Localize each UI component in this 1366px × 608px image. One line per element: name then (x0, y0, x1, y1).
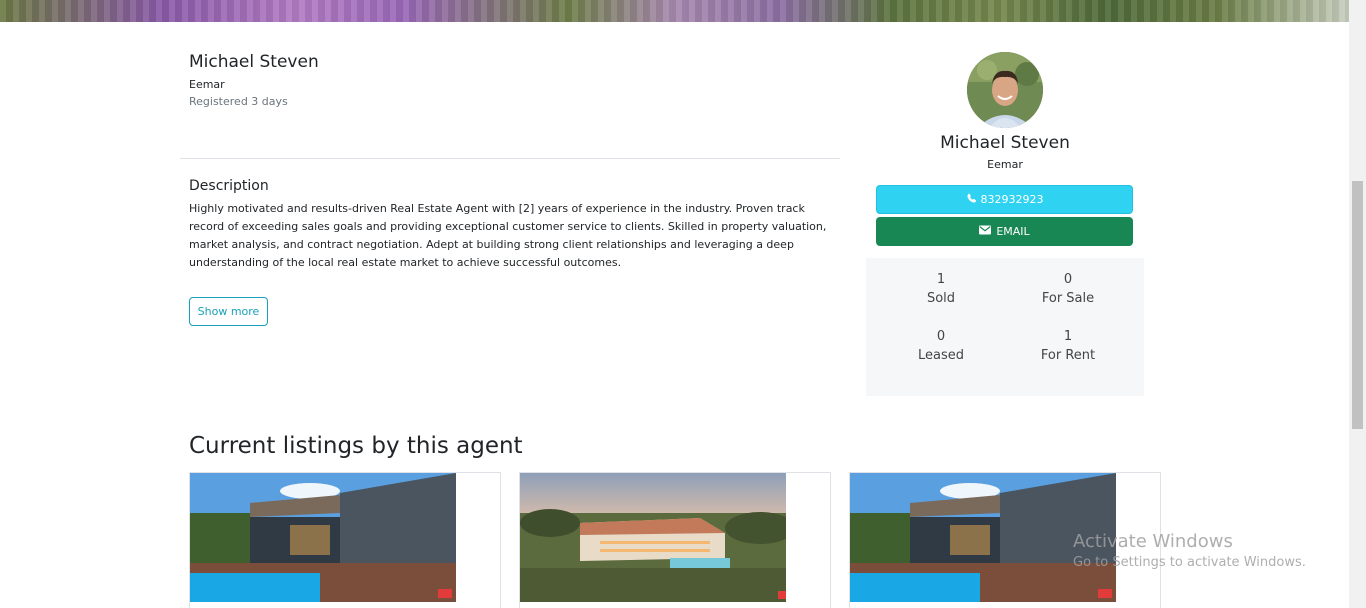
card-agent-name: Michael Steven (940, 133, 1070, 153)
stat-label: Leased (917, 348, 964, 363)
listing-photo[interactable] (190, 473, 456, 602)
agent-registered: Registered 3 days (189, 95, 288, 108)
show-more-button[interactable]: Show more (189, 297, 268, 326)
phone-number: 832932923 (980, 193, 1044, 206)
hero-banner-image (0, 0, 1349, 22)
agent-header: Michael Steven Eemar Registered 3 days (189, 52, 319, 108)
activate-windows-watermark: Activate Windows Go to Settings to activ… (1073, 531, 1306, 570)
agent-company: Eemar (189, 78, 225, 91)
agent-stats: 1 Sold 0 For Sale 0 Leased 1 For Rent (866, 258, 1144, 396)
description-text: Highly motivated and results-driven Real… (189, 202, 827, 269)
listing-card[interactable] (519, 472, 831, 608)
stat-for-rent: 1 For Rent (1003, 329, 1133, 363)
email-label: EMAIL (996, 225, 1030, 238)
description-section: Description Highly motivated and results… (189, 178, 834, 272)
call-button[interactable]: 832932923 (876, 185, 1133, 214)
agent-avatar (967, 52, 1043, 128)
stat-leased: 0 Leased (876, 329, 1006, 363)
phone-icon (966, 193, 977, 207)
email-button[interactable]: EMAIL (876, 217, 1133, 246)
watermark-title: Activate Windows (1073, 531, 1233, 552)
stat-label: For Sale (1041, 291, 1095, 306)
listings-title: Current listings by this agent (189, 433, 523, 459)
watermark-subtitle: Go to Settings to activate Windows. (1073, 555, 1306, 570)
envelope-icon (979, 225, 992, 238)
stat-value: 0 (936, 329, 946, 344)
page-scrollbar[interactable] (1349, 0, 1366, 608)
listing-card[interactable] (189, 472, 501, 608)
listing-photo[interactable] (520, 473, 786, 602)
card-agent-company: Eemar (987, 158, 1023, 171)
stat-label: Sold (926, 291, 956, 306)
agent-name: Michael Steven (189, 52, 319, 72)
stat-value: 1 (1063, 329, 1073, 344)
description-title: Description (189, 178, 269, 194)
stat-value: 1 (936, 272, 946, 287)
section-divider (180, 158, 840, 159)
stat-label: For Rent (1040, 348, 1096, 363)
stat-value: 0 (1063, 272, 1073, 287)
stat-sold: 1 Sold (876, 272, 1006, 306)
stat-for-sale: 0 For Sale (1003, 272, 1133, 306)
scrollbar-thumb[interactable] (1352, 181, 1363, 429)
